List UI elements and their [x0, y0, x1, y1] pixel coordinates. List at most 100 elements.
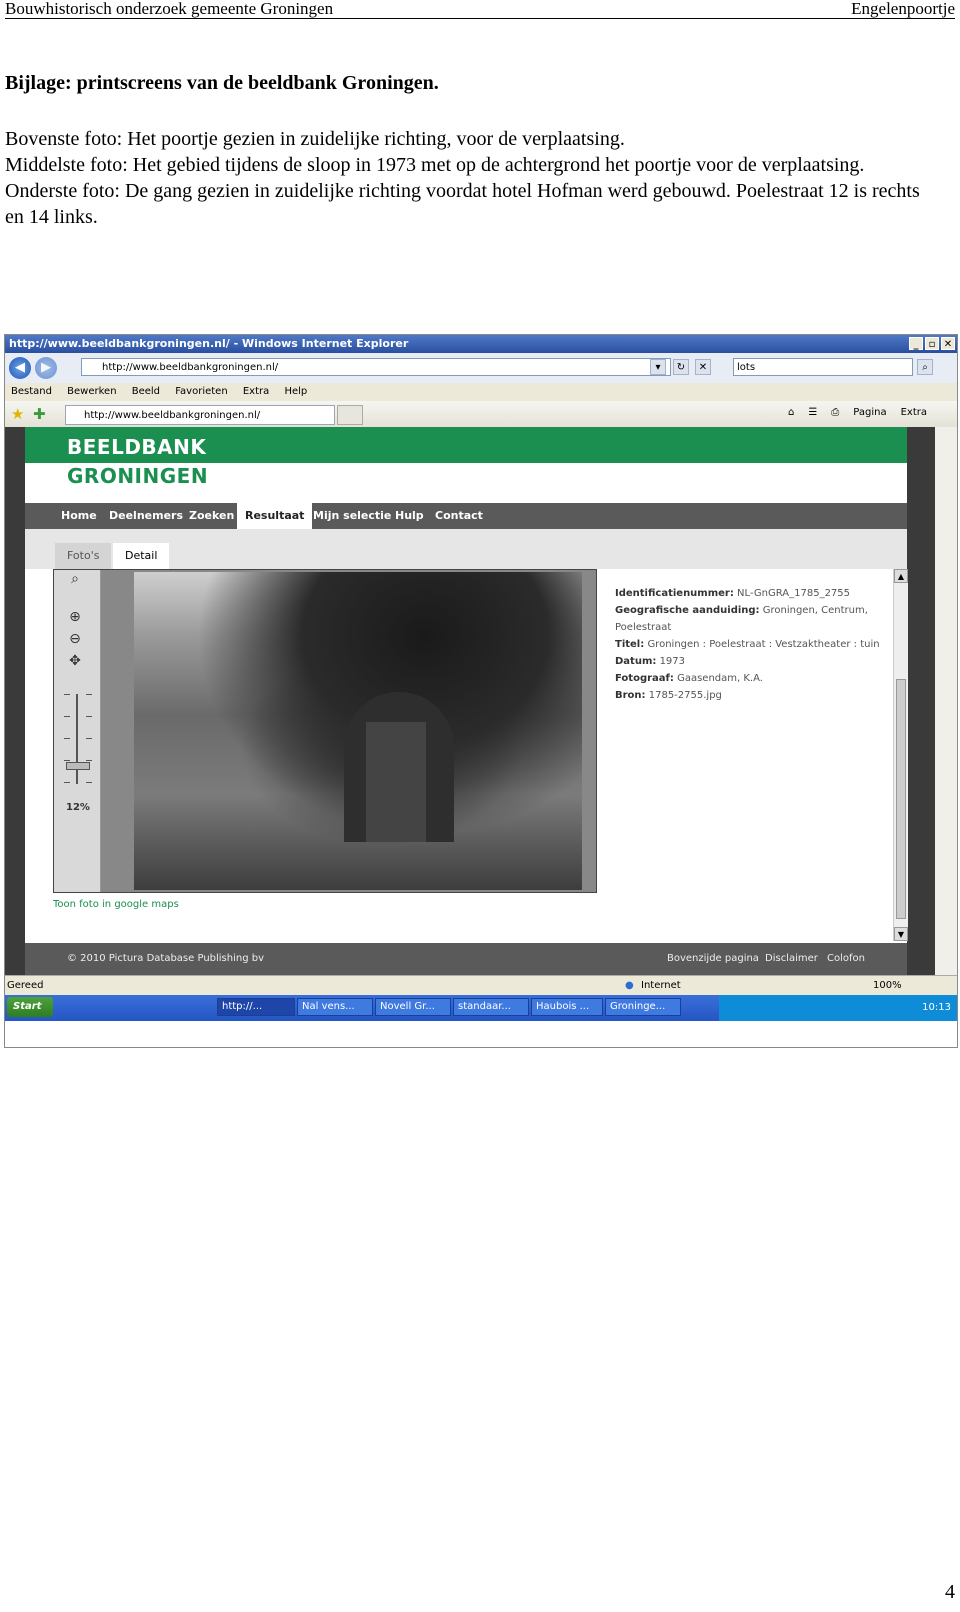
task-haubois[interactable]: Haubois ... [531, 998, 603, 1016]
address-row: ◀ ▶ http://www.beeldbankgroningen.nl/ ▾ … [5, 353, 957, 383]
document-header: Bouwhistorisch onderzoek gemeente Gronin… [5, 0, 955, 19]
nav-zoeken[interactable]: Zoeken [189, 503, 234, 529]
dropdown-icon[interactable]: ▾ [650, 359, 666, 375]
menu-beeld[interactable]: Beeld [132, 386, 160, 397]
viewer-toolbar: ⌕ ⊕ ⊖ ✥ 12% [54, 570, 101, 892]
favorites-star-icon[interactable]: ★ [11, 405, 24, 423]
meta-row: Geografische aanduiding: Groningen, Cent… [615, 605, 868, 633]
gate-door [366, 722, 426, 842]
zoom-in-icon[interactable]: ⊕ [66, 608, 84, 626]
header-right: Engelenpoortje [851, 0, 955, 18]
page-menu[interactable]: Pagina [853, 407, 886, 418]
menu-bar: Bestand Bewerken Beeld Favorieten Extra … [5, 383, 957, 401]
print-icon[interactable]: ⎙ [831, 407, 839, 418]
archive-photo[interactable] [134, 572, 582, 890]
menu-favorieten[interactable]: Favorieten [175, 386, 227, 397]
menu-help[interactable]: Help [284, 386, 307, 397]
zoom-level: 12% [66, 802, 90, 813]
home-icon[interactable]: ⌂ [788, 407, 794, 418]
address-bar[interactable]: http://www.beeldbankgroningen.nl/ [81, 358, 671, 376]
site-footer: © 2010 Pictura Database Publishing bv Bo… [25, 943, 907, 975]
tab-fotos[interactable]: Foto's [55, 543, 112, 569]
nav-deelnemers[interactable]: Deelnemers [109, 503, 183, 529]
scroll-up-icon[interactable]: ▲ [894, 569, 908, 583]
new-tab[interactable] [337, 405, 363, 425]
back-icon[interactable]: ◀ [9, 357, 31, 379]
scrollbar[interactable]: ▲ ▼ [893, 569, 908, 941]
taskbar: Start http://... Nal vens... Novell Gr..… [5, 995, 957, 1021]
photo-viewer: ⌕ ⊕ ⊖ ✥ 12% [53, 569, 597, 893]
footer-disclaimer-link[interactable]: Disclaimer [765, 943, 818, 975]
window-titlebar: http://www.beeldbankgroningen.nl/ - Wind… [5, 335, 957, 353]
globe-icon: ● [625, 980, 634, 991]
screenshot-margin [5, 1021, 957, 1047]
add-favorite-icon[interactable]: ✚ [33, 405, 46, 423]
main-nav: Home Deelnemers Zoeken Resultaat Mijn se… [25, 503, 907, 529]
task-groninge[interactable]: Groninge... [605, 998, 681, 1016]
photo-metadata: Identificatienummer: NL-GnGRA_1785_2755 … [615, 585, 885, 704]
task-novell[interactable]: Novell Gr... [375, 998, 451, 1016]
search-icon[interactable]: ⌕ [917, 359, 933, 375]
status-text: Gereed [7, 980, 44, 991]
start-button[interactable]: Start [7, 997, 53, 1017]
logo-line-2[interactable]: GRONINGEN [67, 464, 208, 488]
refresh-icon[interactable]: ↻ [673, 359, 689, 375]
nav-mijn-selectie[interactable]: Mijn selectie [313, 503, 391, 529]
meta-row: Datum: 1973 [615, 656, 686, 667]
minimize-icon[interactable]: _ [909, 337, 923, 350]
clock: 10:13 [922, 1002, 951, 1013]
captions: Bovenste foto: Het poortje gezien in zui… [5, 126, 940, 230]
status-zone: Internet [641, 980, 681, 991]
command-bar: ⌂ ☰ ⎙ Pagina Extra [788, 407, 927, 418]
maximize-icon[interactable]: ▫ [925, 337, 939, 350]
document-title: Bijlage: printscreens van de beeldbank G… [5, 72, 439, 94]
tools-menu[interactable]: Extra [901, 407, 927, 418]
zoom-out-icon[interactable]: ⊖ [66, 630, 84, 648]
logo-line-1[interactable]: BEELDBANK [67, 435, 206, 459]
close-icon[interactable]: ✕ [941, 337, 955, 350]
pan-icon[interactable]: ✥ [66, 652, 84, 670]
stop-icon[interactable]: ✕ [695, 359, 711, 375]
caption-middle: Middelste foto: Het gebied tijdens de sl… [5, 154, 865, 176]
forward-icon[interactable]: ▶ [35, 357, 57, 379]
footer-colofon-link[interactable]: Colofon [827, 943, 865, 975]
caption-bottom: Onderste foto: De gang gezien in zuideli… [5, 180, 920, 228]
scroll-thumb[interactable] [896, 679, 906, 919]
meta-row: Bron: 1785-2755.jpg [615, 690, 722, 701]
tab-detail[interactable]: Detail [113, 543, 170, 569]
meta-row: Titel: Groningen : Poelestraat : Vestzak… [615, 639, 880, 650]
footer-top-link[interactable]: Bovenzijde pagina [667, 943, 759, 975]
favorites-bar: ★ ✚ http://www.beeldbankgroningen.nl/ ⌂ … [5, 401, 957, 427]
header-left: Bouwhistorisch onderzoek gemeente Gronin… [5, 0, 334, 18]
zoom-slider-track[interactable] [76, 694, 78, 784]
task-standaar[interactable]: standaar... [453, 998, 529, 1016]
system-tray: 10:13 [719, 995, 957, 1021]
caption-top: Bovenste foto: Het poortje gezien in zui… [5, 128, 625, 150]
menu-bestand[interactable]: Bestand [11, 386, 52, 397]
nav-home[interactable]: Home [61, 503, 97, 529]
zoom-slider-handle[interactable] [66, 762, 90, 770]
nav-resultaat[interactable]: Resultaat [237, 503, 313, 529]
page-number: 4 [945, 1581, 955, 1603]
search-input[interactable]: lots [733, 358, 913, 376]
menu-extra[interactable]: Extra [243, 386, 269, 397]
meta-row: Fotograaf: Gaasendam, K.A. [615, 673, 763, 684]
task-ie[interactable]: http://... [217, 998, 295, 1016]
beeldbank-site: BEELDBANK GRONINGEN Home Deelnemers Zoek… [25, 427, 908, 975]
browser-screenshot: http://www.beeldbankgroningen.nl/ - Wind… [4, 334, 958, 1048]
subtabs: Foto's Detail [25, 529, 907, 569]
web-page: BEELDBANK GRONINGEN Home Deelnemers Zoek… [5, 427, 935, 975]
nav-contact[interactable]: Contact [435, 503, 483, 529]
copyright: © 2010 Pictura Database Publishing bv [67, 953, 265, 964]
nav-hulp[interactable]: Hulp [395, 503, 424, 529]
status-zoom[interactable]: 100% [873, 976, 902, 996]
feeds-icon[interactable]: ☰ [808, 407, 817, 418]
task-nal[interactable]: Nal vens... [297, 998, 373, 1016]
meta-row: Identificatienummer: NL-GnGRA_1785_2755 [615, 588, 851, 599]
browser-tab[interactable]: http://www.beeldbankgroningen.nl/ [65, 405, 335, 425]
window-title: http://www.beeldbankgroningen.nl/ - Wind… [9, 337, 409, 350]
magnifier-icon[interactable]: ⌕ [66, 570, 84, 588]
scroll-down-icon[interactable]: ▼ [894, 927, 908, 941]
menu-bewerken[interactable]: Bewerken [67, 386, 116, 397]
google-maps-link[interactable]: Toon foto in google maps [53, 899, 179, 910]
